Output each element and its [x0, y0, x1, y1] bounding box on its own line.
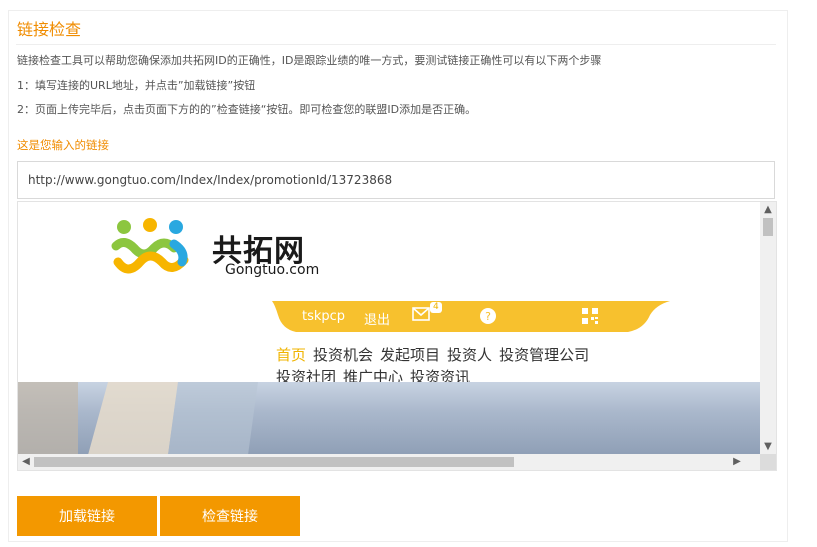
scroll-left-icon[interactable]: ◀ — [18, 454, 34, 470]
horizontal-scroll-thumb[interactable] — [34, 457, 514, 467]
preview-content: 共拓网 Gongtuo.com tskpcp 退出 ? 4 首页 投资机会 发起项目… — [18, 202, 761, 455]
user-bar: tskpcp 退出 ? — [272, 301, 670, 332]
scroll-down-icon[interactable]: ▼ — [760, 439, 776, 455]
check-link-button[interactable]: 检查链接 — [160, 496, 300, 536]
vertical-scroll-thumb[interactable] — [763, 218, 773, 236]
title-divider — [16, 44, 776, 45]
main-nav-row1: 首页 投资机会 发起项目 投资人 投资管理公司 — [276, 344, 596, 365]
logo-subtitle: Gongtuo.com — [225, 262, 320, 278]
horizontal-scrollbar[interactable]: ◀ ▶ — [18, 454, 761, 470]
preview-frame[interactable]: 共拓网 Gongtuo.com tskpcp 退出 ? 4 首页 投资机会 发起项目… — [17, 201, 777, 471]
vertical-scrollbar[interactable]: ▲ ▼ — [760, 202, 776, 455]
scrollbar-corner — [760, 454, 776, 470]
svg-text:?: ? — [485, 310, 491, 323]
username[interactable]: tskpcp — [302, 309, 345, 324]
description-text: 链接检查工具可以帮助您确保添加共拓网ID的正确性，ID是跟踪业绩的唯一方式，要测… — [17, 54, 602, 67]
nav-investment-opportunities[interactable]: 投资机会 — [313, 346, 373, 364]
nav-investors[interactable]: 投资人 — [447, 346, 492, 364]
scroll-up-icon[interactable]: ▲ — [760, 202, 776, 218]
nav-home[interactable]: 首页 — [276, 346, 306, 364]
scroll-right-icon[interactable]: ▶ — [729, 454, 745, 470]
logout-link[interactable]: 退出 — [364, 309, 390, 328]
mail-badge: 4 — [430, 302, 442, 313]
step-one-text: 1：填写连接的URL地址，并点击”加载链接”按钮 — [17, 79, 256, 92]
url-input[interactable] — [17, 161, 775, 199]
input-label: 这是您输入的链接 — [17, 138, 109, 152]
step-two-text: 2：页面上传完毕后，点击页面下方的的”检查链接“按钮。即可检查您的联盟ID添加是… — [17, 103, 477, 116]
load-link-button[interactable]: 加载链接 — [17, 496, 157, 536]
page-title: 链接检查 — [17, 20, 82, 39]
nav-investment-firms[interactable]: 投资管理公司 — [499, 346, 589, 364]
hero-banner-image — [18, 382, 761, 455]
nav-launch-project[interactable]: 发起项目 — [380, 346, 440, 364]
